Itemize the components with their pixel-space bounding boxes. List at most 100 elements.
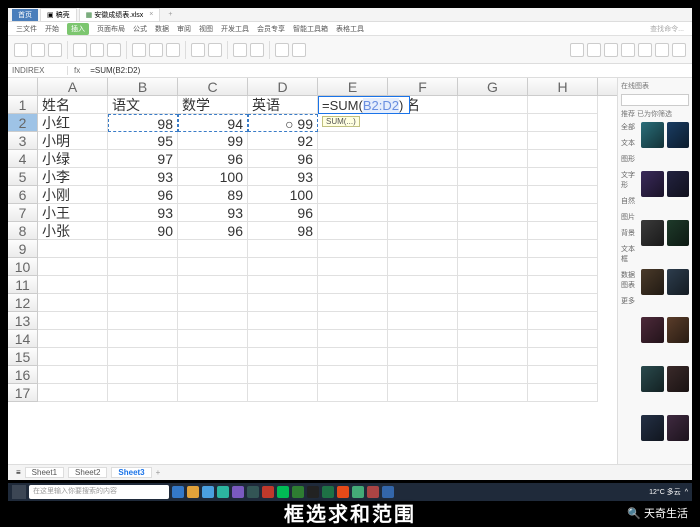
chart-thumbnail[interactable] <box>667 366 690 392</box>
tool-align-right[interactable] <box>166 43 180 57</box>
task-icon[interactable] <box>382 486 394 498</box>
sheet-tab-3[interactable]: Sheet3 <box>111 467 151 478</box>
chart-thumbnail[interactable] <box>641 366 664 392</box>
cell[interactable] <box>528 294 598 312</box>
cell[interactable] <box>388 150 458 168</box>
cell[interactable] <box>528 168 598 186</box>
cell[interactable] <box>458 186 528 204</box>
cell[interactable] <box>108 312 178 330</box>
chart-thumbnail[interactable] <box>667 415 690 441</box>
cell[interactable] <box>388 348 458 366</box>
cell[interactable] <box>458 240 528 258</box>
weather-widget[interactable]: 12°C 多云 <box>649 487 681 497</box>
cell[interactable] <box>178 294 248 312</box>
row-header[interactable]: 4 <box>8 150 38 168</box>
cell[interactable]: 小张 <box>38 222 108 240</box>
task-icon[interactable] <box>172 486 184 498</box>
cell[interactable]: 95 <box>108 132 178 150</box>
task-icon-excel[interactable] <box>322 486 334 498</box>
task-icon[interactable] <box>352 486 364 498</box>
ribbon-formula[interactable]: 公式 <box>133 24 147 34</box>
task-icon[interactable] <box>202 486 214 498</box>
cell[interactable] <box>528 114 598 132</box>
tool-table[interactable] <box>655 43 669 57</box>
cell[interactable] <box>108 384 178 402</box>
cell[interactable] <box>38 366 108 384</box>
ribbon-review[interactable]: 审阅 <box>177 24 191 34</box>
cell[interactable] <box>108 330 178 348</box>
tool-sum[interactable] <box>570 43 584 57</box>
cell[interactable] <box>248 240 318 258</box>
tool-number[interactable] <box>233 43 247 57</box>
name-box[interactable]: INDIREX <box>8 66 68 75</box>
system-tray[interactable]: 12°C 多云 ^ <box>649 487 688 497</box>
row-header[interactable]: 13 <box>8 312 38 330</box>
row-header[interactable]: 14 <box>8 330 38 348</box>
cell[interactable] <box>458 258 528 276</box>
cell[interactable] <box>108 240 178 258</box>
cell[interactable]: 小绿 <box>38 150 108 168</box>
cell[interactable]: 93 <box>248 168 318 186</box>
row-header[interactable]: 11 <box>8 276 38 294</box>
cell[interactable]: 98 <box>248 222 318 240</box>
spreadsheet-grid[interactable]: ABCDEFGH 1姓名语文数学英语总分排名2小红9894○ 993小明9599… <box>8 78 617 464</box>
select-all-corner[interactable] <box>8 78 38 95</box>
cell[interactable] <box>458 330 528 348</box>
cell[interactable]: 英语 <box>248 96 318 114</box>
cell[interactable] <box>388 132 458 150</box>
tool-sort[interactable] <box>587 43 601 57</box>
tool-wrap[interactable] <box>208 43 222 57</box>
tool-freeze[interactable] <box>638 43 652 57</box>
cell[interactable]: 89 <box>178 186 248 204</box>
cell[interactable] <box>458 132 528 150</box>
row-header[interactable]: 2 <box>8 114 38 132</box>
cell[interactable] <box>318 312 388 330</box>
cell[interactable] <box>318 168 388 186</box>
tool-find[interactable] <box>621 43 635 57</box>
tool-cut[interactable] <box>31 43 45 57</box>
column-header-e[interactable]: E <box>318 78 388 95</box>
side-category[interactable]: 文本框 <box>621 244 639 264</box>
chart-thumbnail[interactable] <box>641 220 664 246</box>
cell[interactable]: 93 <box>178 204 248 222</box>
row-header[interactable]: 1 <box>8 96 38 114</box>
cell[interactable] <box>178 366 248 384</box>
side-category[interactable]: 自然 <box>621 196 639 206</box>
cell[interactable] <box>248 258 318 276</box>
cell[interactable] <box>458 150 528 168</box>
cell[interactable] <box>108 348 178 366</box>
cell[interactable] <box>528 258 598 276</box>
ribbon-view[interactable]: 视图 <box>199 24 213 34</box>
cell[interactable]: 小王 <box>38 204 108 222</box>
cell[interactable]: 93 <box>108 168 178 186</box>
cell[interactable]: 99 <box>178 132 248 150</box>
cell[interactable] <box>528 330 598 348</box>
cell[interactable] <box>388 204 458 222</box>
ribbon-dev[interactable]: 开发工具 <box>221 24 249 34</box>
cell[interactable] <box>318 330 388 348</box>
cell[interactable] <box>388 330 458 348</box>
row-header[interactable]: 10 <box>8 258 38 276</box>
sheets-nav-icon[interactable]: ≡ <box>16 468 21 477</box>
cell[interactable]: 小明 <box>38 132 108 150</box>
cell[interactable] <box>38 384 108 402</box>
side-category[interactable]: 图片 <box>621 212 639 222</box>
chart-thumbnail[interactable] <box>667 317 690 343</box>
cell[interactable] <box>178 240 248 258</box>
cell[interactable] <box>388 294 458 312</box>
cell[interactable] <box>318 150 388 168</box>
task-icon[interactable] <box>262 486 274 498</box>
cell[interactable]: 数学 <box>178 96 248 114</box>
cell[interactable] <box>528 384 598 402</box>
cell[interactable] <box>318 186 388 204</box>
cell[interactable] <box>458 384 528 402</box>
cell[interactable] <box>528 132 598 150</box>
cell[interactable] <box>318 222 388 240</box>
cell[interactable]: 100 <box>178 168 248 186</box>
active-cell-e2[interactable]: =SUM(B2:D2) <box>318 96 410 114</box>
cell[interactable] <box>248 348 318 366</box>
chart-thumbnail[interactable] <box>667 171 690 197</box>
tool-underline[interactable] <box>107 43 121 57</box>
row-header[interactable]: 3 <box>8 132 38 150</box>
tab-doc-2[interactable]: ▦安徽成绩表.xlsx× <box>79 8 161 22</box>
